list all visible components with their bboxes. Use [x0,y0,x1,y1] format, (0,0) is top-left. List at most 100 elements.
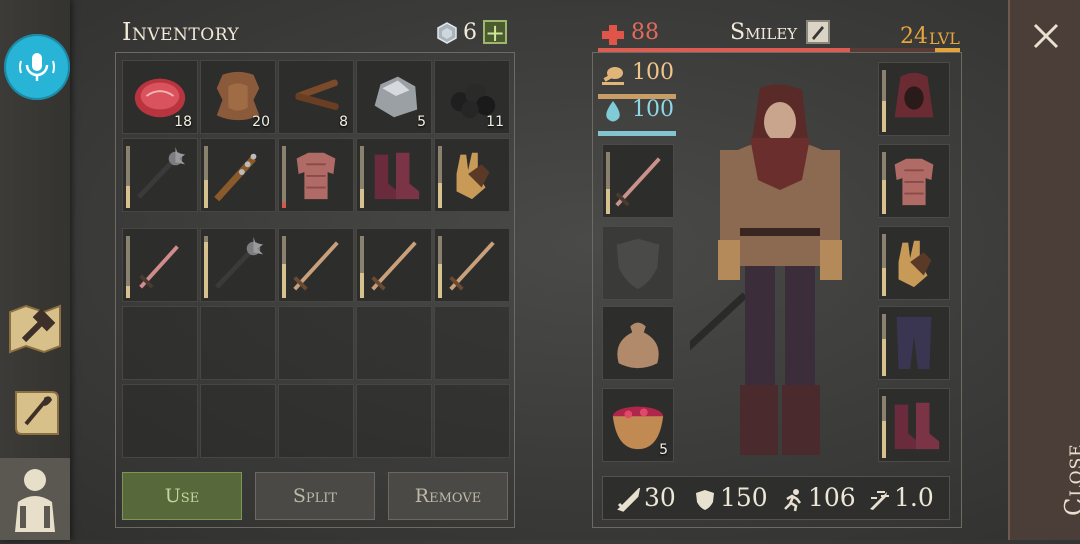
durability-bar [282,146,286,208]
crafting-map-icon[interactable] [6,300,64,358]
character-name: Smiley [730,20,798,45]
durability-bar-fill [126,186,130,208]
durability-bar-fill [360,273,364,298]
sticks-icon [295,79,339,110]
iron-mace-icon [136,146,186,199]
character-model [690,84,842,455]
close-label[interactable]: Close [1060,443,1080,516]
dagger-icon [139,245,179,289]
inventory-slot-empty[interactable] [434,306,510,380]
quest-scroll-icon[interactable] [6,384,64,442]
inventory-slot-empty[interactable] [122,384,198,458]
split-button[interactable]: Split [255,472,375,520]
inventory-slot-sticks[interactable]: 8 [278,60,354,134]
durability-bar-fill [282,202,286,208]
inventory-slot-leather-hide[interactable]: 20 [200,60,276,134]
item-count: 18 [174,114,192,130]
durability-bar [882,234,886,296]
equipment-slot-leather-gloves[interactable] [878,226,950,300]
padded-armor-icon [296,152,336,200]
inventory-slot-empty[interactable] [278,306,354,380]
durability-bar [360,236,364,298]
armor-value: 150 [720,483,768,512]
equipment-slot-leather-boots[interactable] [878,388,950,462]
remove-button[interactable]: Remove [388,472,508,520]
character-tab-button[interactable] [0,458,70,540]
combat-stats-bar: 30 150 106 1.0 [602,476,950,520]
inventory-title: Inventory [122,18,240,46]
padded-armor-icon [894,158,934,206]
armor-stat: 150 [693,483,768,512]
iron-mace-icon [214,236,264,289]
inventory-slot-spiked-club[interactable] [200,138,276,212]
inventory-slot-padded-armor[interactable] [278,138,354,212]
inventory-slot-empty[interactable] [200,306,276,380]
close-icon[interactable] [1032,22,1060,50]
leather-boots-icon [894,402,940,450]
equipment-slot-padded-armor[interactable] [878,144,950,218]
inventory-slot-empty[interactable] [122,306,198,380]
microphone-icon [19,53,55,81]
durability-bar-fill [882,339,886,376]
durability-bar-fill [882,101,886,132]
add-gems-button[interactable]: + [483,20,507,45]
attack-value: 30 [644,483,676,512]
attack-sword-icon [617,485,641,512]
inventory-slot-dagger[interactable] [122,228,198,302]
inventory-slot-iron-mace[interactable] [122,138,198,212]
item-count: 8 [339,114,348,130]
durability-bar-fill [882,268,886,296]
hood-icon [894,72,934,118]
equipment-slot-berry-bowl[interactable]: 5 [602,388,674,462]
durability-bar [438,146,442,208]
level-label: LVL [929,29,960,48]
health-value: 88 [631,20,659,45]
equipment-slot-shield-empty[interactable] [602,226,674,300]
inventory-slot-empty[interactable] [200,384,276,458]
item-count: 20 [252,114,270,130]
durability-bar-fill [282,264,286,298]
speed-stat: 106 [781,483,856,512]
attack-speed-stat: 1.0 [867,483,934,512]
durability-bar [126,146,130,208]
equipment-slot-hood[interactable] [878,62,950,136]
inventory-slot-leather-gloves[interactable] [434,138,510,212]
inventory-slot-wooden-sword[interactable] [356,228,432,302]
inventory-slot-empty[interactable] [356,384,432,458]
inventory-slot-wooden-sword[interactable] [278,228,354,302]
inventory-slot-raw-meat[interactable]: 18 [122,60,198,134]
durability-bar-fill [204,242,208,298]
inventory-slot-empty[interactable] [434,384,510,458]
inventory-slot-leather-boots[interactable] [356,138,432,212]
inventory-slot-wooden-sword[interactable] [434,228,510,302]
durability-bar-fill [438,183,442,208]
durability-bar [882,396,886,458]
durability-bar [882,70,886,132]
armor-shield-icon [696,489,714,510]
use-button[interactable]: Use [122,472,242,520]
equipment-slot-bag[interactable] [602,306,674,380]
item-count: 5 [659,442,668,458]
inventory-slot-empty[interactable] [356,306,432,380]
level-value: 24 [900,24,928,49]
speed-value: 106 [808,483,856,512]
inventory-slot-coal[interactable]: 11 [434,60,510,134]
wooden-sword-icon [449,241,495,291]
inventory-slot-iron-mace[interactable] [200,228,276,302]
equipment-slot-pants[interactable] [878,306,950,380]
close-panel[interactable]: Close [1008,0,1080,540]
attack-speed-value: 1.0 [894,483,934,512]
wooden-sword-icon [371,241,417,291]
durability-bar-fill [882,180,886,214]
durability-bar-fill [882,421,886,458]
shield-empty-icon [616,238,660,290]
wooden-sword-icon [293,241,339,291]
inventory-slot-empty[interactable] [278,384,354,458]
sword-icon [615,157,661,207]
durability-bar [882,152,886,214]
durability-bar [204,236,208,298]
edit-name-icon[interactable] [806,20,830,44]
inventory-slot-stone[interactable]: 5 [356,60,432,134]
voice-chat-button[interactable] [4,34,70,100]
equipment-slot-sword[interactable] [602,144,674,218]
